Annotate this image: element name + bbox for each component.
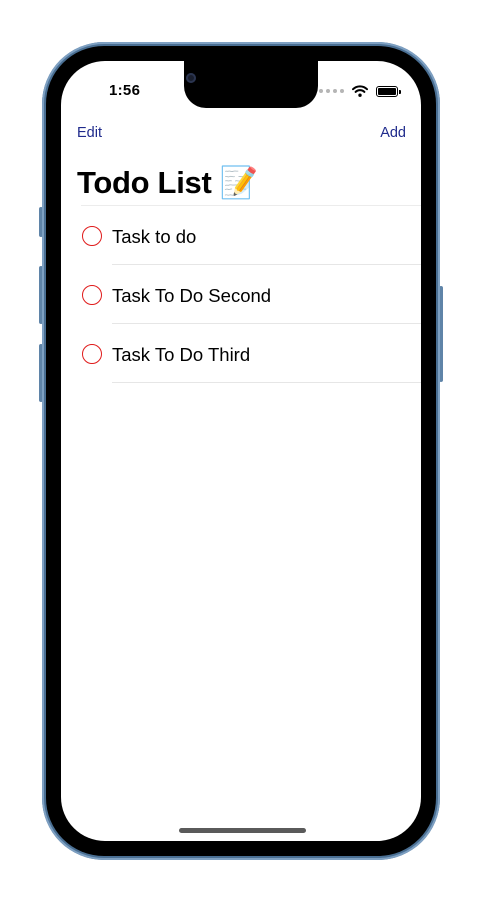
home-indicator[interactable] — [179, 828, 306, 833]
battery-icon — [376, 85, 401, 97]
list-item[interactable]: Task To Do Second — [61, 265, 421, 324]
complete-toggle-icon[interactable] — [82, 285, 102, 305]
row-divider — [112, 382, 421, 383]
list-item[interactable]: Task To Do Third — [61, 324, 421, 383]
edit-button[interactable]: Edit — [77, 125, 102, 141]
task-label: Task To Do Second — [112, 285, 272, 306]
app-screen: 1:56 Edit Add Todo List 📝 Task to do Tas… — [61, 61, 421, 841]
phone-bezel: 1:56 Edit Add Todo List 📝 Task to do Tas… — [46, 46, 436, 856]
add-button[interactable]: Add — [380, 125, 406, 141]
complete-toggle-icon[interactable] — [82, 344, 102, 364]
status-time: 1:56 — [109, 82, 141, 99]
page-title: Todo List 📝 — [77, 165, 259, 200]
task-label: Task to do — [112, 226, 197, 247]
status-icons — [319, 84, 401, 98]
cellular-dots-icon — [319, 89, 344, 93]
notch — [184, 61, 318, 108]
phone-frame: 1:56 Edit Add Todo List 📝 Task to do Tas… — [42, 42, 440, 860]
complete-toggle-icon[interactable] — [82, 226, 102, 246]
front-camera-icon — [186, 73, 196, 83]
wifi-icon — [352, 85, 368, 97]
list-item[interactable]: Task to do — [61, 206, 421, 265]
task-label: Task To Do Third — [112, 344, 251, 365]
